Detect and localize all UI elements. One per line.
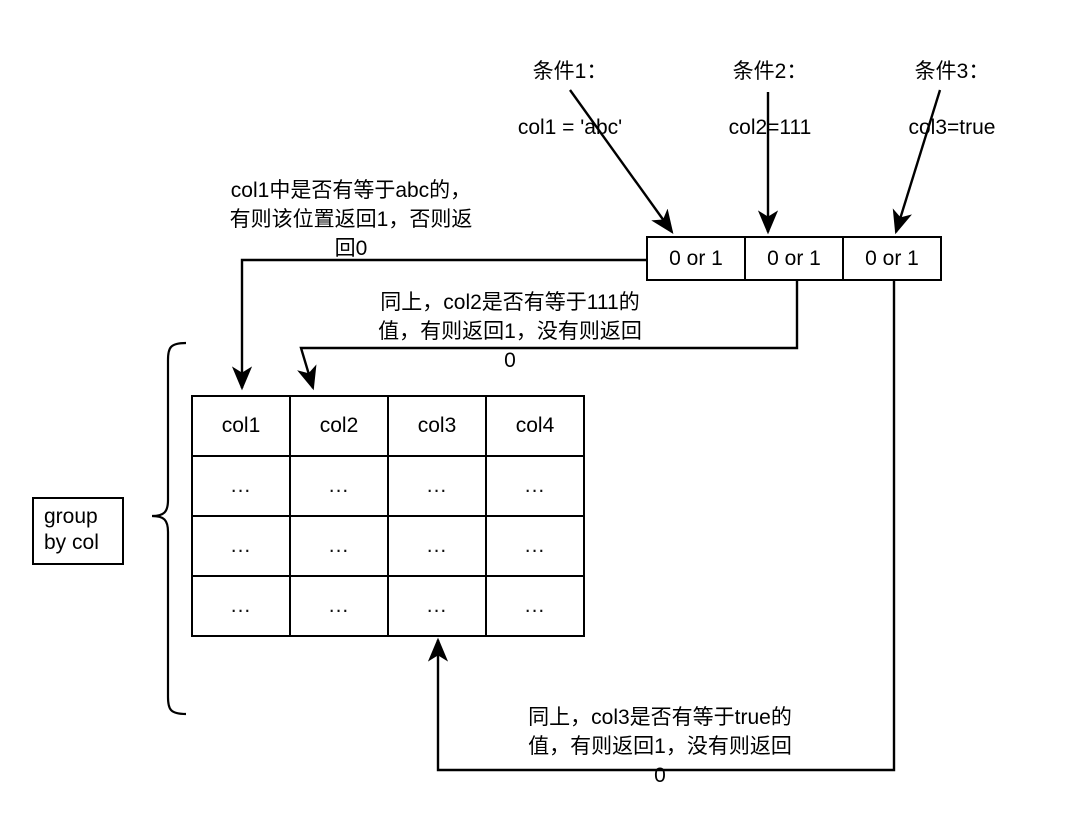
table-cell: ... xyxy=(191,455,291,517)
bit-cell-2[interactable]: 0 or 1 xyxy=(744,236,844,281)
table-header-col3: col3 xyxy=(387,395,487,457)
diagram-canvas: 条件1： col1 = 'abc' 条件2： col2=111 条件3： col… xyxy=(0,0,1080,818)
table-cell: ... xyxy=(191,515,291,577)
condition-2-name: 条件2： xyxy=(732,60,808,83)
table-row: ... ... ... ... xyxy=(191,575,585,637)
bitmap-row: 0 or 1 0 or 1 0 or 1 xyxy=(646,236,942,281)
table-header-row: col1 col2 col3 col4 xyxy=(191,395,585,457)
table-header-col1: col1 xyxy=(191,395,291,457)
condition-3-label: 条件3： col3=true xyxy=(862,30,1042,170)
bit-cell-1-label: 0 or 1 xyxy=(669,246,723,270)
annotation-col2-note: 同上，col2是否有等于111的 值，有则返回1，没有则返回 0 xyxy=(378,291,642,372)
table-cell: ... xyxy=(289,515,389,577)
data-table: col1 col2 col3 col4 ... ... ... ... ... … xyxy=(191,395,585,637)
bit-cell-2-label: 0 or 1 xyxy=(767,246,821,270)
condition-2-expr: col2=111 xyxy=(728,116,812,139)
condition-1-expr: col1 = 'abc' xyxy=(517,116,623,139)
bit-cell-3-label: 0 or 1 xyxy=(865,246,919,270)
group-by-col-label: group by col xyxy=(44,505,99,554)
condition-1-name: 条件1： xyxy=(532,60,608,83)
table-cell: ... xyxy=(387,455,487,517)
table-header-col4: col4 xyxy=(485,395,585,457)
table-cell: ... xyxy=(485,455,585,517)
condition-3-name: 条件3： xyxy=(914,60,990,83)
table-cell: ... xyxy=(485,575,585,637)
table-cell: ... xyxy=(387,515,487,577)
bit-cell-3[interactable]: 0 or 1 xyxy=(842,236,942,281)
table-header-col2: col2 xyxy=(289,395,389,457)
table-cell: ... xyxy=(387,575,487,637)
annotation-col3-note: 同上，col3是否有等于true的 值，有则返回1，没有则返回 0 xyxy=(528,706,792,787)
bit-cell-1[interactable]: 0 or 1 xyxy=(646,236,746,281)
table-row: ... ... ... ... xyxy=(191,455,585,517)
group-by-brace xyxy=(151,341,187,716)
table-row: ... ... ... ... xyxy=(191,515,585,577)
table-cell: ... xyxy=(191,575,291,637)
condition-3-expr: col3=true xyxy=(908,116,996,139)
annotation-col1-note: col1中是否有等于abc的， 有则该位置返回1，否则返 回0 xyxy=(229,179,473,260)
condition-2-label: 条件2： col2=111 xyxy=(680,30,860,170)
table-cell: ... xyxy=(485,515,585,577)
group-by-col-box[interactable]: group by col xyxy=(32,497,124,565)
table-cell: ... xyxy=(289,455,389,517)
condition-1-label: 条件1： col1 = 'abc' xyxy=(470,30,670,170)
table-cell: ... xyxy=(289,575,389,637)
